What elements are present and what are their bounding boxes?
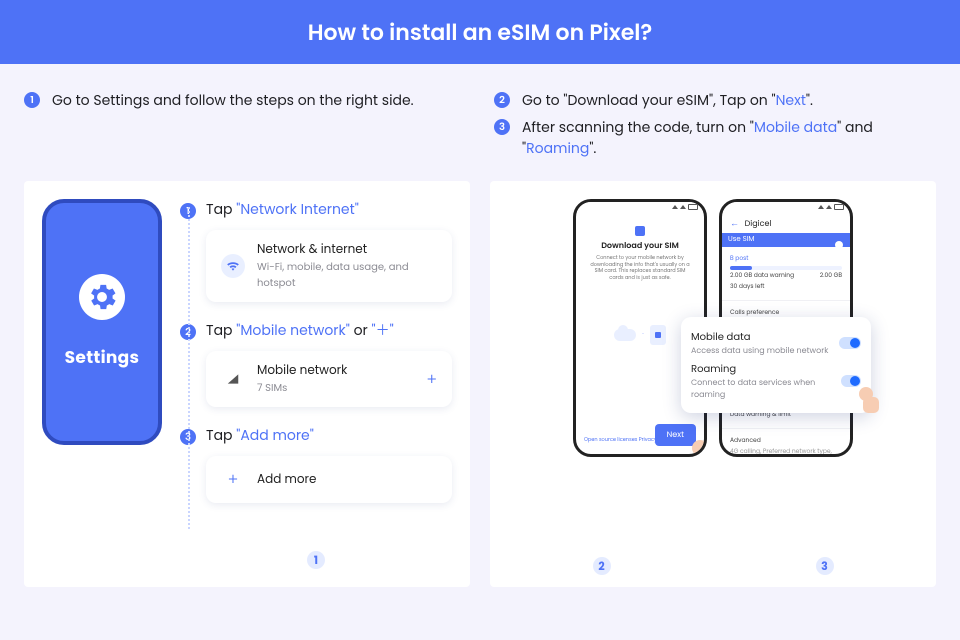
pointer-hand-icon	[859, 387, 887, 417]
pointer-hand-icon	[688, 440, 707, 457]
intro-right: 2 Go to "Download your eSIM", Tap on "Ne…	[494, 84, 936, 165]
panel-esim-screens: Download your SIM Connect to your mobile…	[490, 181, 936, 587]
download-sim-sub: Connect to your mobile network by downlo…	[584, 255, 696, 281]
status-bar	[576, 202, 704, 212]
phone-settings-label: Settings	[65, 344, 140, 370]
overlay-mobile-data-sub: Access data using mobile network	[691, 345, 828, 357]
intro-right-line-2: After scanning the code, turn on "Mobile…	[522, 117, 936, 159]
card-add-more[interactable]: + Add more	[206, 456, 452, 503]
wifi-icon	[221, 254, 245, 278]
panel-footer-badge-2: 2	[593, 557, 611, 575]
settings-substeps: 1 Tap "Network Internet" Network & inter…	[180, 199, 452, 569]
lock-icon	[635, 226, 645, 236]
sim-icon	[650, 325, 666, 345]
overlay-mobile-data-title: Mobile data	[691, 329, 828, 345]
download-sim-title: Download your SIM	[584, 240, 696, 252]
phone-mock-settings: Settings	[42, 199, 162, 445]
intro-left-text: Go to Settings and follow the steps on t…	[52, 90, 414, 111]
card-network-internet[interactable]: Network & internet Wi-Fi, mobile, data u…	[206, 230, 452, 302]
link-roaming: Roaming	[526, 138, 589, 158]
status-bar	[722, 202, 850, 212]
link-mobile-data: Mobile data	[754, 117, 837, 137]
overlay-roaming-sub: Connect to data services when roaming	[691, 377, 841, 401]
card-mobile-network[interactable]: Mobile network 7 SIMs +	[206, 351, 452, 407]
step-badge-2: 2	[494, 92, 510, 108]
step-badge-1: 1	[24, 92, 40, 108]
roaming-toggle[interactable]	[841, 375, 861, 387]
panel-settings-steps: Settings 1 Tap "Network Internet" Networ…	[24, 181, 470, 587]
panel-footer-badge-3: 3	[816, 557, 834, 575]
mobile-data-toggle[interactable]	[839, 337, 861, 349]
intro-left: 1 Go to Settings and follow the steps on…	[24, 84, 466, 165]
link-next: Next	[776, 90, 806, 110]
panel-footer-badge-1: 1	[307, 551, 325, 569]
page-title: How to install an eSIM on Pixel?	[308, 16, 653, 49]
use-sim-row[interactable]: Use SIM	[728, 235, 754, 245]
signal-icon	[221, 367, 245, 391]
plus-icon: +	[221, 467, 245, 492]
plus-icon[interactable]: +	[427, 367, 437, 392]
carrier-title: Digicel	[745, 218, 772, 229]
instruction-row: 1 Go to Settings and follow the steps on…	[0, 64, 960, 173]
cloud-icon	[614, 329, 636, 341]
step-badge-3: 3	[494, 119, 510, 135]
overlay-roaming-title: Roaming	[691, 361, 841, 377]
intro-right-line-1: Go to "Download your eSIM", Tap on "Next…	[522, 90, 813, 111]
page-header: How to install an eSIM on Pixel?	[0, 0, 960, 64]
gear-icon	[79, 274, 125, 320]
back-icon[interactable]: ←	[730, 218, 739, 230]
overlay-toggles: Mobile data Access data using mobile net…	[681, 317, 871, 413]
